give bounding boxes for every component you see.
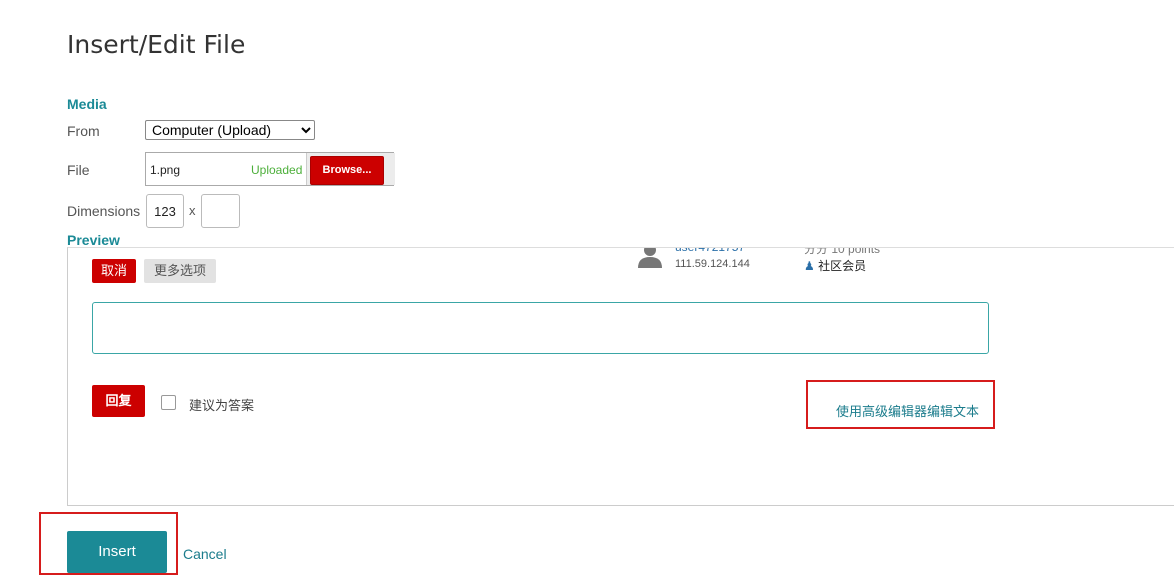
user-avatar-icon xyxy=(638,248,662,268)
highlight-annotation-advanced-editor xyxy=(806,380,995,429)
member-badge: ♟ 社区会员 xyxy=(804,257,866,274)
suggest-answer-checkbox[interactable] xyxy=(161,395,176,410)
reply-button[interactable]: 回复 xyxy=(92,385,145,417)
from-select[interactable]: Computer (Upload) xyxy=(145,120,315,140)
browse-button[interactable]: Browse... xyxy=(310,156,384,185)
dimension-separator: x xyxy=(189,203,196,218)
member-label: 社区会员 xyxy=(818,259,867,273)
from-label: From xyxy=(67,123,100,139)
cancel-link[interactable]: Cancel xyxy=(183,546,227,562)
media-section-label: Media xyxy=(67,96,107,112)
dimensions-label: Dimensions xyxy=(67,203,141,219)
highlight-annotation-insert xyxy=(39,512,178,575)
file-name: 1.png xyxy=(150,163,181,177)
preview-ip: 111.59.124.144 xyxy=(675,258,750,270)
preview-username[interactable]: user4721757 xyxy=(675,248,745,254)
preview-points: 分分 10 points xyxy=(804,247,881,256)
height-input[interactable] xyxy=(201,194,240,228)
reply-textarea[interactable] xyxy=(92,302,989,354)
width-input[interactable] xyxy=(146,194,184,228)
dialog-title: Insert/Edit File xyxy=(67,30,246,59)
preview-more-options-button[interactable]: 更多选项 xyxy=(144,259,216,283)
preview-cancel-button[interactable]: 取消 xyxy=(92,259,136,283)
upload-status: Uploaded xyxy=(251,163,303,177)
member-person-icon: ♟ xyxy=(804,259,815,273)
preview-panel: 取消 更多选项 user4721757 111.59.124.144 分分 10… xyxy=(67,247,1174,506)
suggest-answer-label: 建议为答案 xyxy=(189,398,255,413)
browse-area: Browse... xyxy=(306,153,395,185)
preview-section-label: Preview xyxy=(67,232,120,248)
file-field: 1.png Uploaded Browse... xyxy=(145,152,395,186)
file-label: File xyxy=(67,162,90,178)
